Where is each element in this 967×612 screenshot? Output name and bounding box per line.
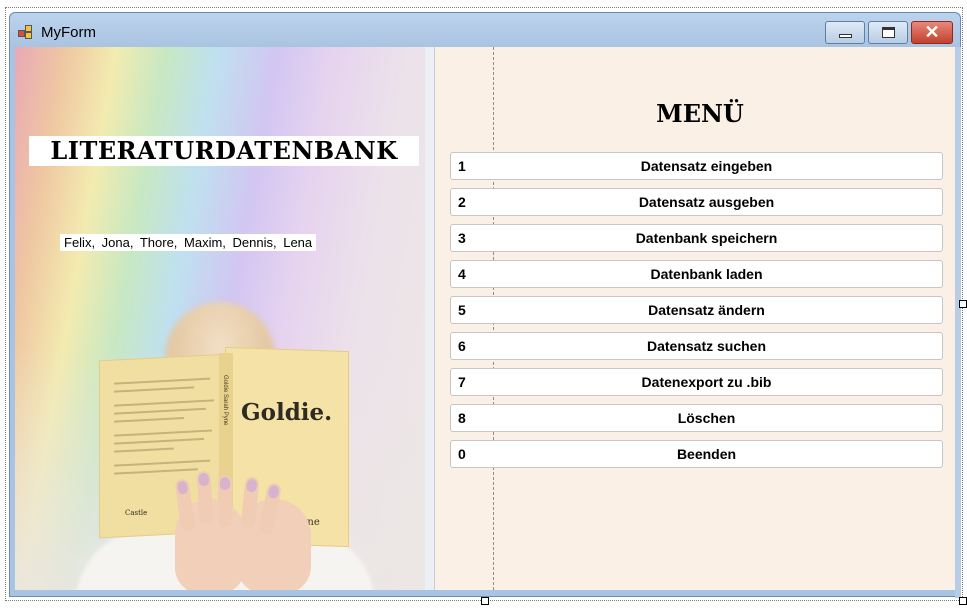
menu-button-eingeben[interactable]: 1 Datensatz eingeben <box>450 152 943 180</box>
menu-key: 7 <box>458 374 466 390</box>
picture-splitter <box>425 47 435 590</box>
menu-label: Datenexport zu .bib <box>641 374 772 390</box>
close-icon: ✕ <box>924 22 940 42</box>
resize-handle-bottom[interactable] <box>481 597 489 605</box>
menu-button-ausgeben[interactable]: 2 Datensatz ausgeben <box>450 188 943 216</box>
menu-label: Datenbank speichern <box>635 230 778 246</box>
menu-button-loeschen[interactable]: 8 Löschen <box>450 404 943 432</box>
menu-label: Datensatz eingeben <box>640 158 773 174</box>
app-icon <box>18 24 34 40</box>
book-publisher-logo: Castle <box>125 509 148 517</box>
form-window: MyForm ✕ Goldie Sarah Pyne Goldie. Castl… <box>9 12 961 598</box>
menu-label: Beenden <box>676 446 737 462</box>
book-title: Goldie. <box>241 399 333 426</box>
menu-label: Datenbank laden <box>650 266 763 282</box>
window-right-edge <box>955 47 961 598</box>
minimize-button[interactable] <box>825 21 865 44</box>
menu-key: 0 <box>458 446 466 462</box>
menu-key: 4 <box>458 266 466 282</box>
menu-key: 8 <box>458 410 466 426</box>
minimize-icon <box>839 34 852 38</box>
maximize-button[interactable] <box>868 21 908 44</box>
menu-button-speichern[interactable]: 3 Datenbank speichern <box>450 224 943 252</box>
book-spine-text: Goldie Sarah Pyne <box>222 375 228 426</box>
menu-label: Löschen <box>677 410 736 426</box>
resize-handle-corner[interactable] <box>959 597 967 605</box>
maximize-icon <box>882 27 895 38</box>
cover-picture: Goldie Sarah Pyne Goldie. Pyne Castle LI… <box>15 47 425 590</box>
menu-key: 5 <box>458 302 466 318</box>
menu-key: 1 <box>458 158 466 174</box>
menu-button-aendern[interactable]: 5 Datensatz ändern <box>450 296 943 324</box>
menu-label: Datensatz ändern <box>648 302 765 318</box>
form-client-area: Goldie Sarah Pyne Goldie. Pyne Castle LI… <box>15 47 955 590</box>
finger <box>218 475 232 527</box>
menu-button-laden[interactable]: 4 Datenbank laden <box>450 260 943 288</box>
menu-button-suchen[interactable]: 6 Datensatz suchen <box>450 332 943 360</box>
menu-label: Datensatz ausgeben <box>638 194 775 210</box>
menu-title: MENÜ <box>656 99 744 128</box>
resize-handle-right[interactable] <box>959 300 967 308</box>
title-bar[interactable]: MyForm ✕ <box>10 13 960 47</box>
menu-key: 2 <box>458 194 466 210</box>
menu-key: 6 <box>458 338 466 354</box>
menu-key: 3 <box>458 230 466 246</box>
menu-button-beenden[interactable]: 0 Beenden <box>450 440 943 468</box>
authors-label: Felix, Jona, Thore, Maxim, Dennis, Lena <box>60 234 317 251</box>
close-button[interactable]: ✕ <box>911 21 953 44</box>
app-title-label: LITERATURDATENBANK <box>29 136 419 166</box>
window-title: MyForm <box>41 24 96 41</box>
menu-label: Datensatz suchen <box>646 338 767 354</box>
menu-button-export-bib[interactable]: 7 Datenexport zu .bib <box>450 368 943 396</box>
